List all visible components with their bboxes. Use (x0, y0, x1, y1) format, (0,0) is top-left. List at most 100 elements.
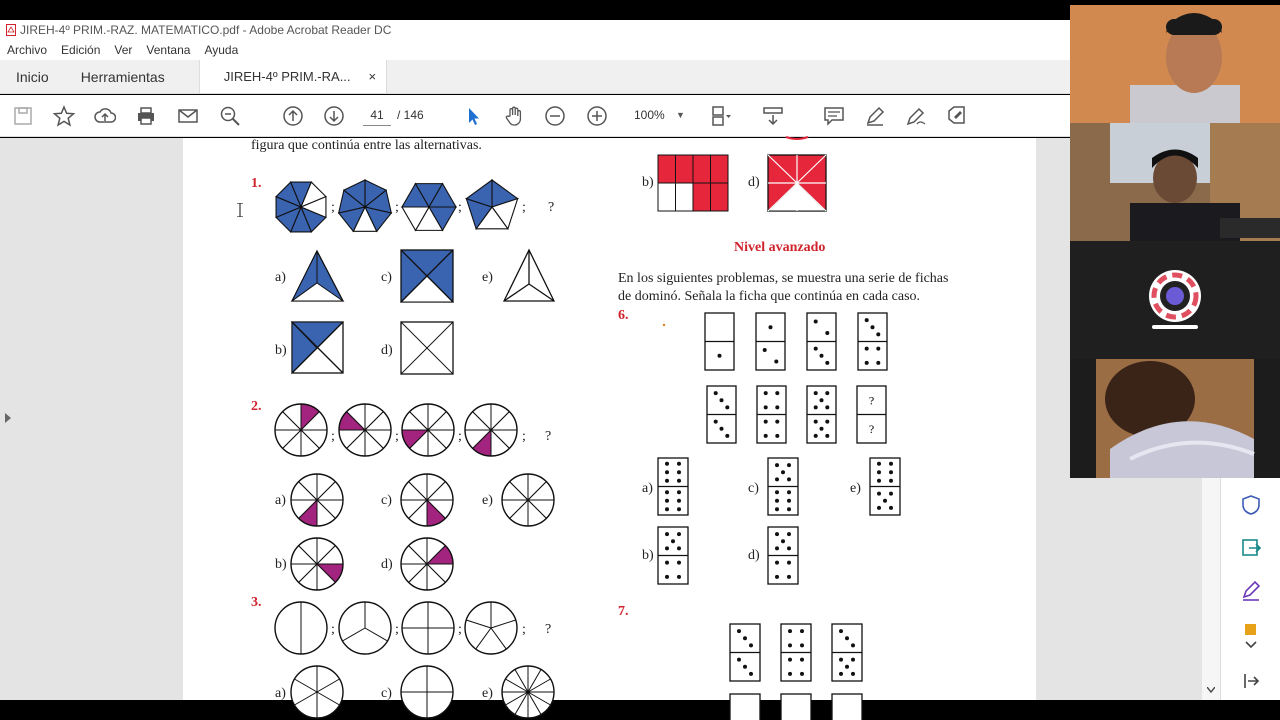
domino-q7-5 (780, 693, 812, 720)
domino-pip (787, 463, 791, 468)
scroll-down-icon[interactable] (1207, 687, 1215, 693)
video-tile-student-1 (1070, 123, 1280, 241)
domino-pip (787, 532, 791, 537)
wheel-figure-2 (338, 403, 392, 457)
collapse-panel-icon[interactable] (1240, 670, 1262, 692)
domino-pip (825, 419, 830, 424)
sign-icon[interactable] (1240, 580, 1262, 602)
right-tools-rail (1220, 478, 1280, 700)
domino-pip (851, 643, 855, 648)
domino-pip (775, 433, 780, 438)
domino-pip (876, 360, 881, 365)
domino-pip (845, 664, 849, 669)
participant-avatar (1070, 5, 1280, 123)
domino-pip (768, 325, 773, 330)
domino-pip (877, 461, 881, 466)
domino-pip (864, 318, 869, 323)
domino-pip (864, 346, 869, 351)
domino-pip (813, 319, 818, 324)
wheel-figure-3 (401, 403, 455, 457)
domino-pip (762, 348, 767, 353)
domino-pip (889, 505, 893, 510)
octagon-figure (275, 181, 327, 233)
option-c-wheel (400, 473, 454, 527)
participant-avatar (1070, 359, 1280, 478)
domino-pip (788, 671, 792, 676)
expand-tools-icon[interactable] (1240, 638, 1262, 660)
domino-pip (813, 391, 818, 396)
domino-pip (775, 490, 779, 495)
domino-pip (749, 671, 753, 676)
domino-pip (737, 629, 741, 634)
domino-pip (775, 574, 779, 579)
domino-pip (800, 671, 804, 676)
export-pdf-icon[interactable] (1240, 536, 1262, 558)
domino-pip (719, 426, 724, 431)
domino-pip (677, 478, 681, 483)
pentagon-figure (465, 178, 519, 231)
domino-pip (889, 491, 893, 496)
domino-pip (665, 560, 669, 565)
domino-pip (677, 470, 681, 475)
domino-pip (876, 346, 881, 351)
domino-pip (749, 643, 753, 648)
domino-pip (713, 419, 718, 424)
domino-pip (870, 325, 875, 330)
domino-q7-6 (831, 693, 863, 720)
domino-pip (851, 671, 855, 676)
domino-pip (839, 629, 843, 634)
domino-pip (889, 461, 893, 466)
wheel-figure-1 (274, 403, 328, 457)
domino-pip (825, 433, 830, 438)
domino-pip (775, 391, 780, 396)
domino-pip (819, 353, 824, 358)
domino-pip (813, 346, 818, 351)
protect-shield-icon[interactable] (1240, 494, 1262, 516)
domino-pip (775, 507, 779, 512)
grid-cell (657, 182, 676, 212)
domino-pip (800, 657, 804, 662)
heptagon-figure (337, 179, 393, 233)
domino-pip (800, 629, 804, 634)
domino-pip (665, 478, 669, 483)
option-b-wheel (290, 537, 344, 591)
domino-pip (819, 398, 824, 403)
domino-pip (665, 507, 669, 512)
domino-pip (877, 491, 881, 496)
domino-pip (787, 546, 791, 551)
domino-pip (665, 490, 669, 495)
domino-pip (775, 498, 779, 503)
domino-pip (677, 546, 681, 551)
domino-pip (775, 405, 780, 410)
domino-pip (813, 433, 818, 438)
domino-pip (725, 433, 730, 438)
domino-unknown: ? (869, 393, 874, 407)
wheel-figure-4 (464, 403, 518, 457)
domino-pip (763, 391, 768, 396)
domino-pip (677, 498, 681, 503)
red-arc-fragment (785, 136, 809, 140)
domino-pip (677, 560, 681, 565)
domino-pip (889, 470, 893, 475)
domino-pip (665, 574, 669, 579)
domino-pip (677, 507, 681, 512)
domino-pip (851, 657, 855, 662)
grid-cell (675, 154, 694, 184)
option-e-wheel (501, 473, 555, 527)
domino-pip (665, 470, 669, 475)
grid-cell (710, 154, 729, 184)
domino-pip (775, 532, 779, 537)
orange-dot-mark (662, 323, 666, 327)
camera-off-icon (1149, 270, 1201, 329)
domino-pip (877, 505, 881, 510)
domino-pip (800, 643, 804, 648)
domino-q7-4 (729, 693, 761, 720)
domino-pip (839, 671, 843, 676)
domino-pip (787, 560, 791, 565)
domino-pip (713, 391, 718, 396)
domino-pip (877, 470, 881, 475)
option-d-wheel (400, 537, 454, 591)
domino-pip (665, 498, 669, 503)
grid-cell (657, 154, 676, 184)
domino-pip (864, 360, 869, 365)
